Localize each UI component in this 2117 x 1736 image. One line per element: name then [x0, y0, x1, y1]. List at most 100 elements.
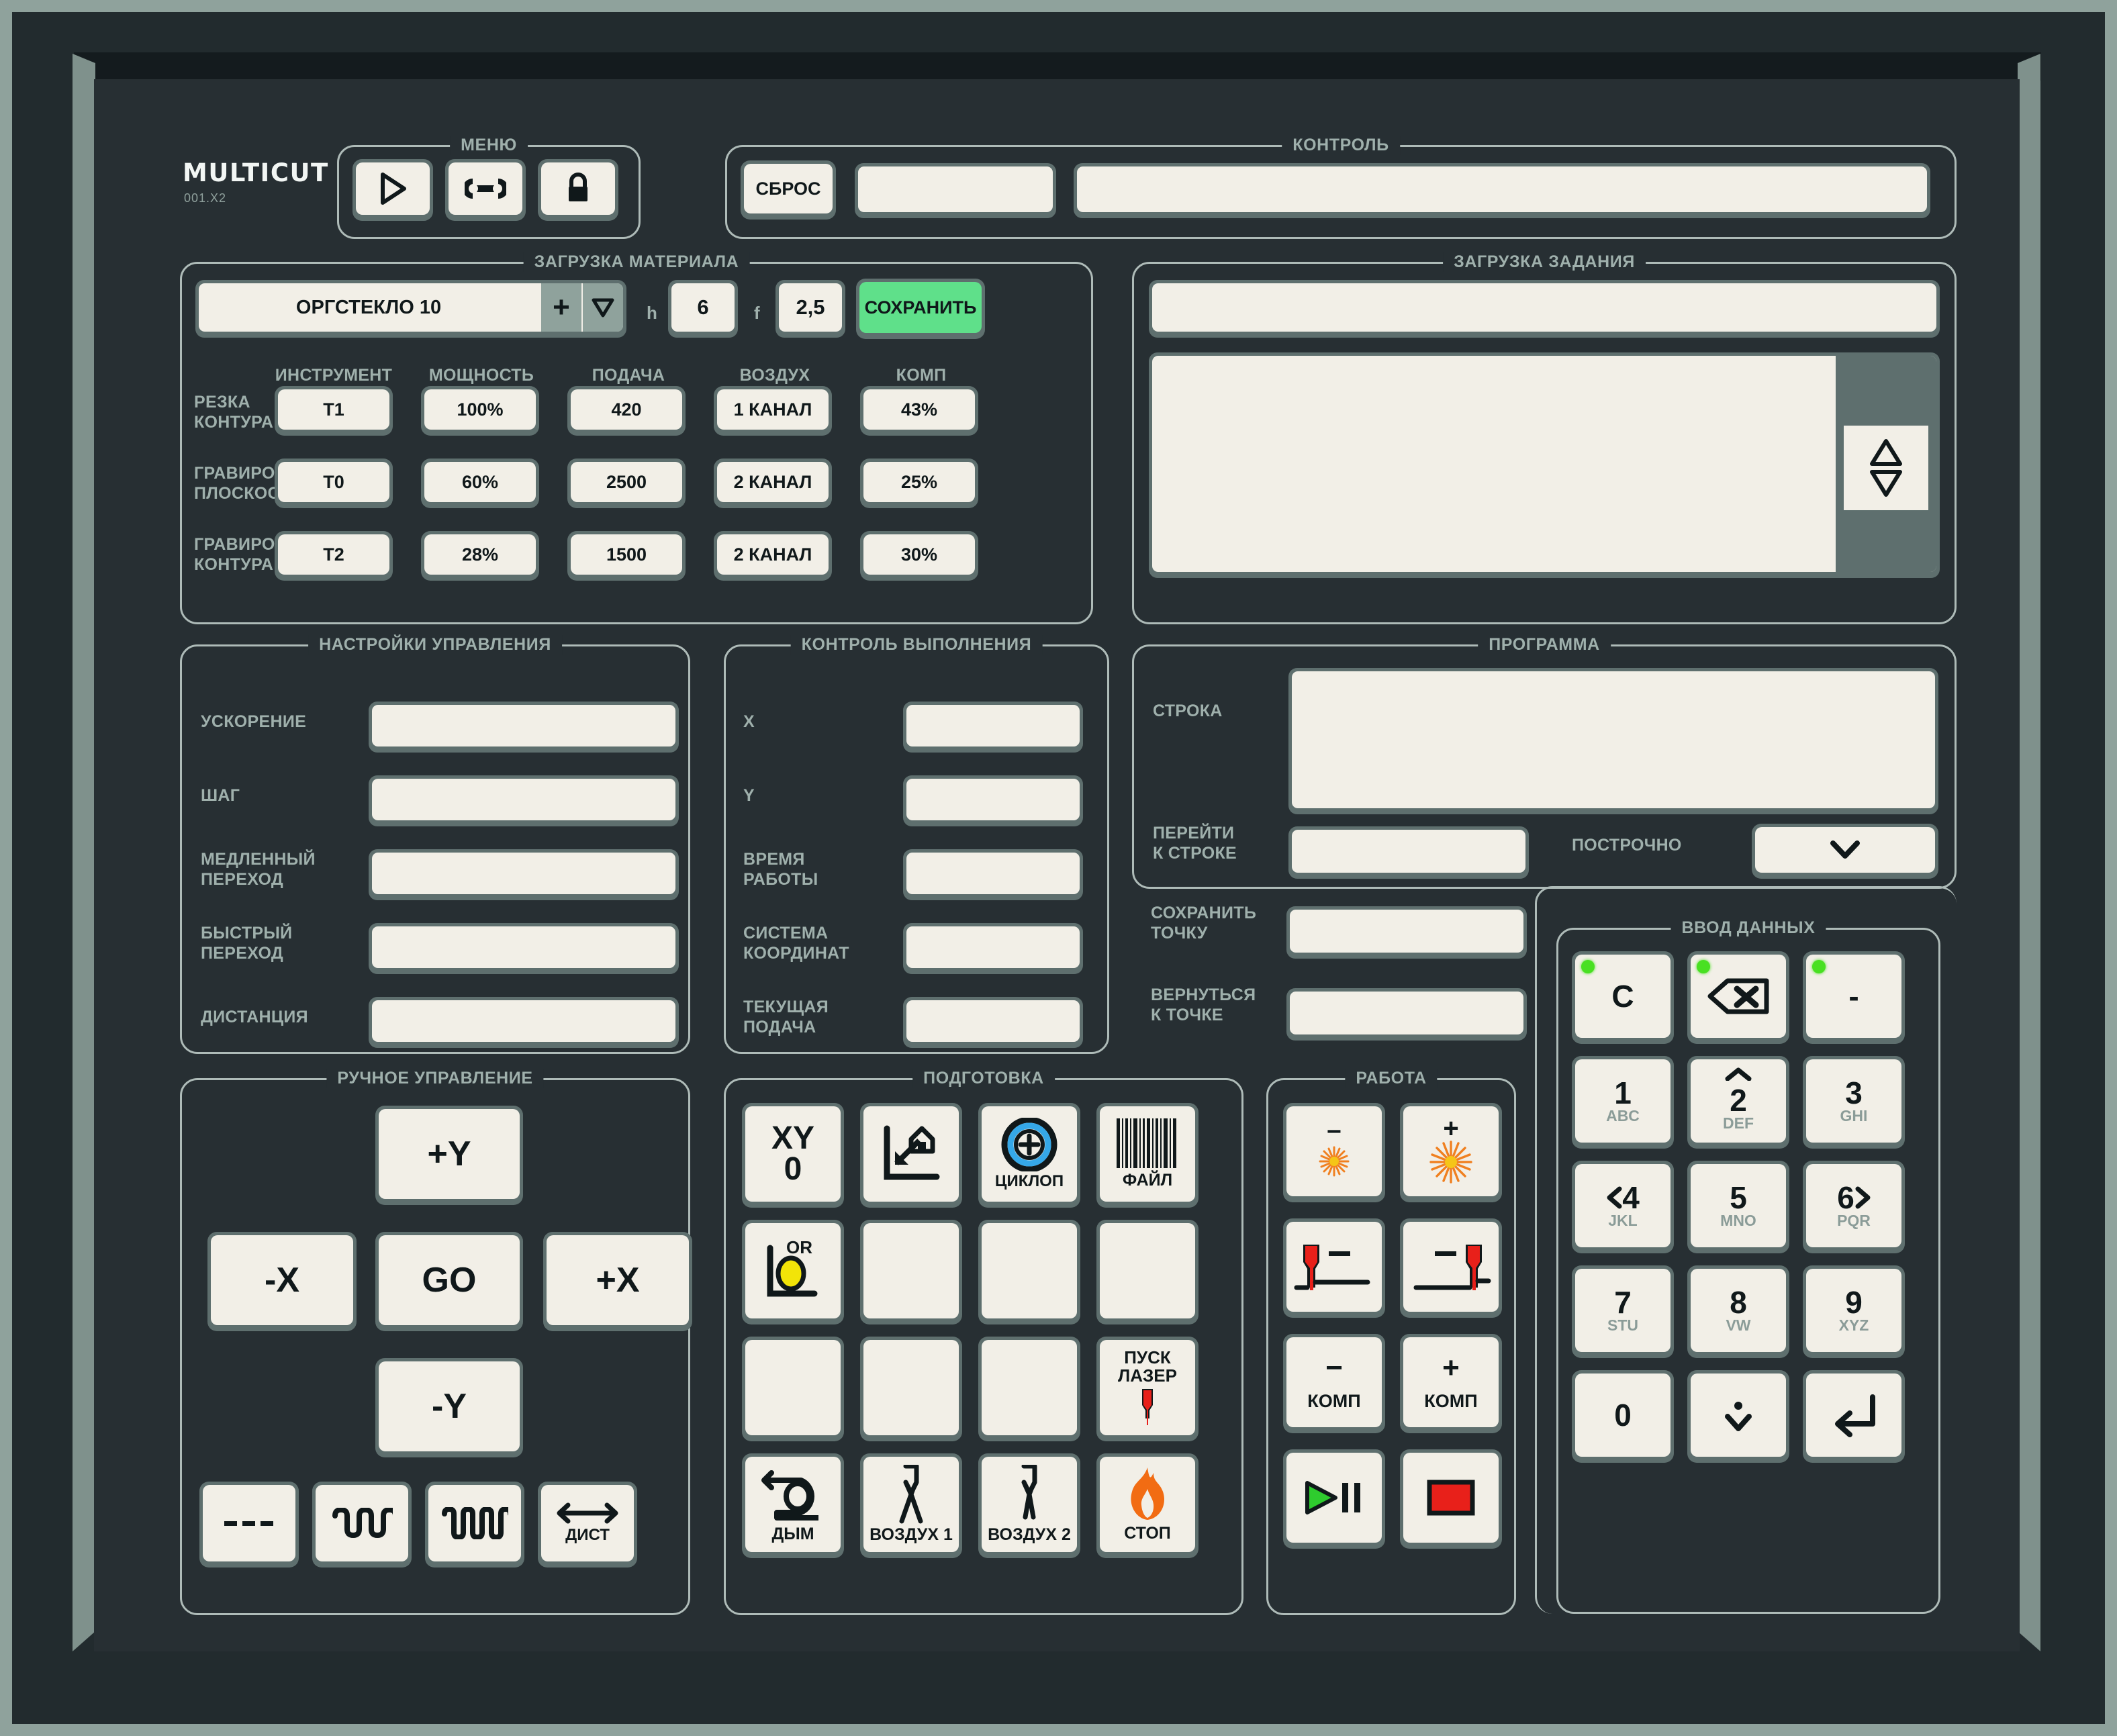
keypad-key-6[interactable]: 6 PQR [1803, 1161, 1905, 1253]
prep-blank-button-1[interactable] [860, 1220, 962, 1324]
stop-button[interactable] [1400, 1449, 1502, 1549]
jog-mode-wave-fast-button[interactable] [425, 1482, 524, 1568]
cell-tool-engrave-contour[interactable]: T2 [275, 531, 393, 581]
keypad-decimal-key[interactable] [1687, 1370, 1789, 1463]
laser-power-plus-button[interactable]: + [1400, 1103, 1502, 1202]
cell-comp-cut[interactable]: 43% [860, 386, 978, 436]
keypad-key-4[interactable]: 4 JKL [1572, 1161, 1674, 1253]
save-material-button[interactable]: СОХРАНИТЬ [856, 279, 985, 339]
set-xy-zero-button[interactable]: XY 0 [742, 1103, 844, 1208]
head-down-button[interactable] [1283, 1218, 1385, 1318]
label-acceleration: УСКОРЕНИЕ [201, 712, 307, 731]
keypad-key-3[interactable]: 3 GHI [1803, 1056, 1905, 1149]
menu-play-button[interactable] [352, 159, 433, 221]
jog-mode-dash-button[interactable] [199, 1482, 299, 1568]
laser-head-icon [1136, 1388, 1159, 1427]
cell-power-engrave-contour[interactable]: 28% [421, 531, 539, 581]
smoke-button[interactable]: ДЫМ [742, 1453, 844, 1558]
comp-plus-button[interactable]: + КОМП [1400, 1334, 1502, 1433]
cell-power-engrave-plane[interactable]: 60% [421, 459, 539, 508]
jog-minus-y-button[interactable]: -Y [375, 1358, 523, 1457]
field-runtime[interactable] [903, 849, 1083, 900]
origin-button[interactable]: OR [742, 1220, 844, 1324]
material-plus-button[interactable]: + [541, 283, 581, 332]
field-fast-transition[interactable] [369, 923, 679, 974]
cell-tool-cut[interactable]: T1 [275, 386, 393, 436]
focus-field[interactable]: 2,5 [775, 280, 845, 338]
jog-go-button[interactable]: GO [375, 1232, 523, 1331]
jog-plus-x-button[interactable]: +X [543, 1232, 692, 1331]
cell-power-cut[interactable]: 100% [421, 386, 539, 436]
cell-air-cut[interactable]: 1 КАНАЛ [714, 386, 832, 436]
control-status-small-field[interactable] [855, 163, 1056, 218]
keypad-key-1[interactable]: 1 ABC [1572, 1056, 1674, 1149]
field-goto-line[interactable] [1288, 826, 1529, 879]
cell-air-engrave-contour[interactable]: 2 КАНАЛ [714, 531, 832, 581]
cell-comp-engrave-contour[interactable]: 30% [860, 531, 978, 581]
jog-plus-y-button[interactable]: +Y [375, 1106, 523, 1205]
thickness-field[interactable]: 6 [668, 280, 738, 338]
reset-button[interactable]: СБРОС [741, 160, 836, 220]
keypad-key-2[interactable]: 2 DEF [1687, 1056, 1789, 1149]
air2-button[interactable]: ВОЗДУХ 2 [978, 1453, 1080, 1558]
job-list-field[interactable] [1149, 352, 1940, 578]
keypad-backspace-key[interactable] [1687, 951, 1789, 1044]
scroll-up-down-icon[interactable] [1844, 426, 1928, 510]
fire-stop-button[interactable]: СТОП [1096, 1453, 1198, 1558]
keypad-key-8[interactable]: 8 VW [1687, 1265, 1789, 1358]
air1-button[interactable]: ВОЗДУХ 1 [860, 1453, 962, 1558]
prep-blank-button-4[interactable] [742, 1337, 844, 1441]
prep-blank-button-3[interactable] [1096, 1220, 1198, 1324]
laser-power-minus-button[interactable]: − [1283, 1103, 1385, 1202]
cell-comp-engrave-plane[interactable]: 25% [860, 459, 978, 508]
keypad-clear-key[interactable]: C [1572, 951, 1674, 1044]
field-save-point[interactable] [1286, 906, 1527, 959]
cell-feed-engrave-plane[interactable]: 2500 [567, 459, 686, 508]
material-select[interactable]: ОРГСТЕКЛО 10 + [195, 280, 626, 338]
field-distance[interactable] [369, 997, 679, 1048]
keypad-minus-key[interactable]: - [1803, 951, 1905, 1044]
keypad-key-9[interactable]: 9 XYZ [1803, 1265, 1905, 1358]
field-slow-transition[interactable] [369, 849, 679, 900]
keypad-enter-key[interactable] [1803, 1370, 1905, 1463]
keypad-key-5[interactable]: 5 MNO [1687, 1161, 1789, 1253]
field-program-line[interactable] [1288, 668, 1938, 814]
comp-minus-button[interactable]: − КОМП [1283, 1334, 1385, 1433]
field-return-point[interactable] [1286, 988, 1527, 1041]
play-icon [377, 172, 408, 205]
jog-mode-wave-slow-button[interactable] [312, 1482, 412, 1568]
job-path-field[interactable] [1149, 280, 1940, 338]
control-status-wide-field[interactable] [1074, 163, 1930, 218]
row-label-cut: РЕЗКА КОНТУРА [194, 393, 274, 432]
field-step[interactable] [369, 775, 679, 826]
jog-distance-button[interactable]: ДИСТ [538, 1482, 637, 1568]
file-button[interactable]: ФАЙЛ [1096, 1103, 1198, 1208]
menu-group: МЕНЮ [337, 136, 641, 239]
jog-minus-x-button[interactable]: -X [207, 1232, 357, 1331]
keypad-key-0[interactable]: 0 [1572, 1370, 1674, 1463]
field-x[interactable] [903, 702, 1083, 753]
cell-feed-engrave-contour[interactable]: 1500 [567, 531, 686, 581]
prep-blank-button-5[interactable] [860, 1337, 962, 1441]
file-label: ФАЙЛ [1122, 1170, 1173, 1190]
field-acceleration[interactable] [369, 702, 679, 753]
field-y[interactable] [903, 775, 1083, 826]
laser-start-button[interactable]: ПУСК ЛАЗЕР [1096, 1337, 1198, 1441]
cell-feed-cut[interactable]: 420 [567, 386, 686, 436]
field-coordinate-system[interactable] [903, 923, 1083, 974]
menu-service-button[interactable] [445, 159, 526, 221]
play-pause-button[interactable] [1283, 1449, 1385, 1549]
head-up-button[interactable] [1400, 1218, 1502, 1318]
prep-blank-button-2[interactable] [978, 1220, 1080, 1324]
field-current-feed[interactable] [903, 997, 1083, 1048]
keypad-group: ВВОД ДАННЫХ C - 1 ABC 2 DEF 3 GHI 4 JKL … [1556, 918, 1940, 1614]
cell-air-engrave-plane[interactable]: 2 КАНАЛ [714, 459, 832, 508]
stepwise-dropdown[interactable] [1752, 824, 1938, 879]
menu-lock-button[interactable] [538, 159, 618, 221]
cyclop-button[interactable]: ЦИКЛОП [978, 1103, 1080, 1208]
cell-tool-engrave-plane[interactable]: T0 [275, 459, 393, 508]
go-home-button[interactable] [860, 1103, 962, 1208]
prep-blank-button-6[interactable] [978, 1337, 1080, 1441]
keypad-key-7[interactable]: 7 STU [1572, 1265, 1674, 1358]
triangle-down-icon[interactable] [583, 283, 623, 332]
